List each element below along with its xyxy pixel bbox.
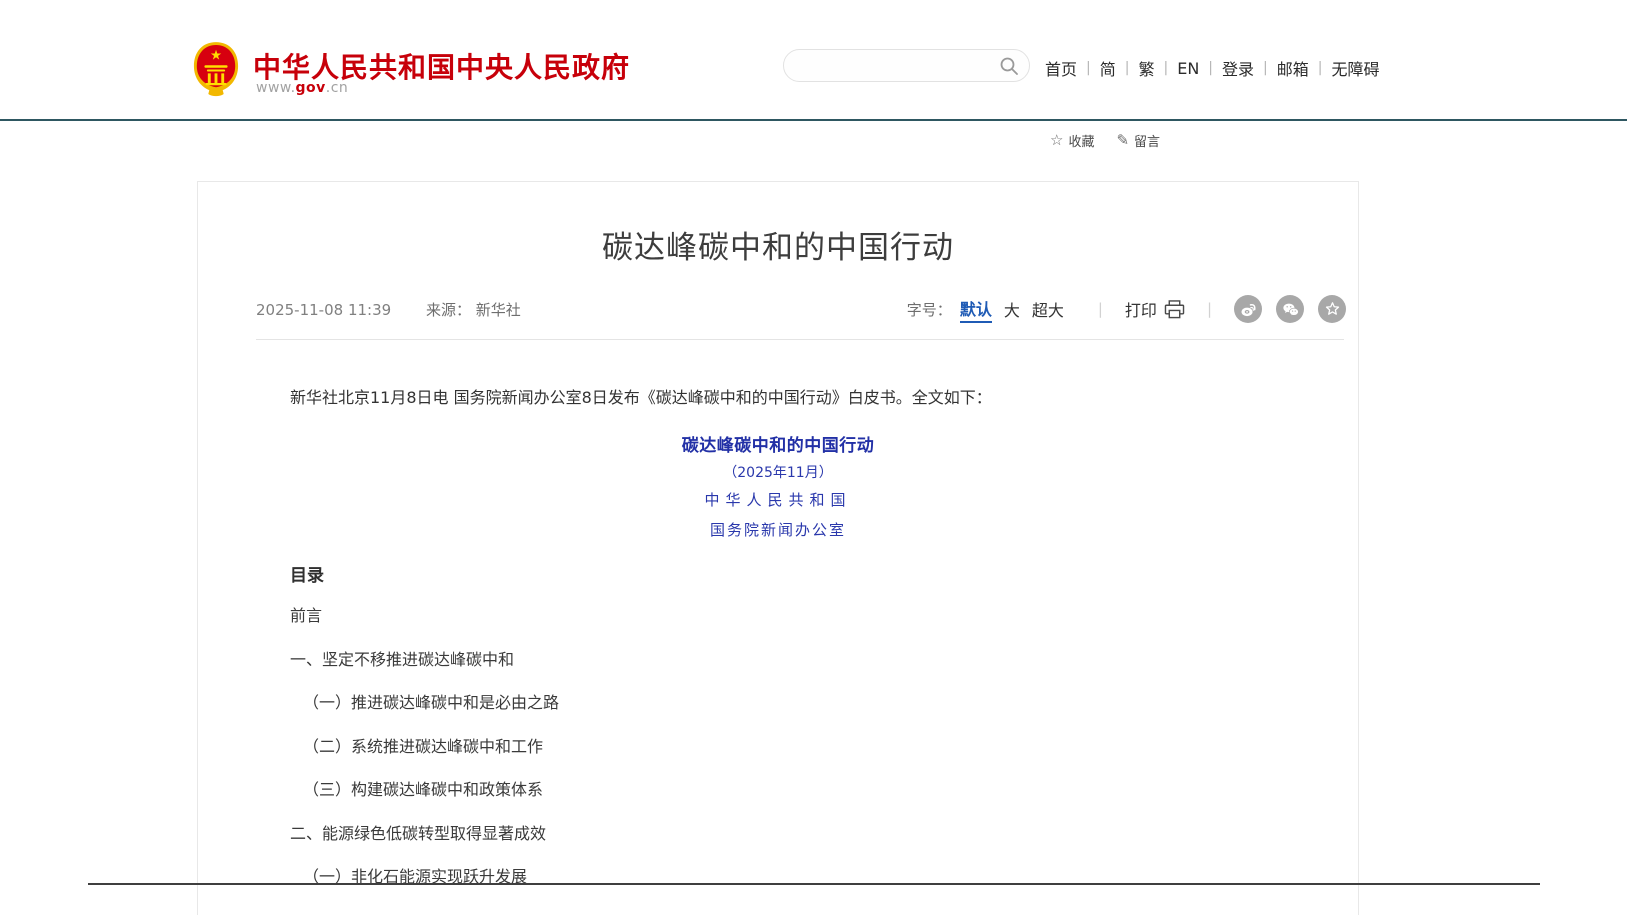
search-icon[interactable]	[999, 56, 1019, 76]
nav-separator: |	[1208, 60, 1213, 76]
site-url[interactable]: www.gov.cn	[256, 80, 348, 96]
top-nav: 首页 | 简 | 繁 | EN | 登录 | 邮箱 | 无障碍	[1045, 56, 1379, 80]
document-date: （2025年11月）	[198, 462, 1358, 482]
wechat-icon	[1281, 300, 1300, 319]
font-size-label: 字号：	[907, 299, 952, 320]
toc-item: 二、能源绿色低碳转型取得显著成效	[290, 823, 1266, 867]
controls-separator: |	[1207, 300, 1212, 318]
page-tools: ☆ 收藏 ✎ 留言	[1050, 131, 1160, 150]
nav-home[interactable]: 首页	[1045, 56, 1077, 80]
star-outline-icon: ☆	[1050, 133, 1063, 148]
nav-mail[interactable]: 邮箱	[1277, 56, 1309, 80]
page: ★ 中华人民共和国中央人民政府 www.gov.cn 首页| 简| 繁| E	[0, 0, 1627, 915]
svg-text:★: ★	[210, 48, 222, 63]
toc-item: （三）构建碳达峰碳中和政策体系	[290, 779, 1266, 823]
share-weibo-button[interactable]	[1234, 295, 1262, 323]
font-size-default[interactable]: 默认	[960, 296, 992, 323]
meta-divider	[256, 339, 1344, 340]
share-more-button[interactable]	[1318, 295, 1346, 323]
message-button[interactable]: ✎ 留言	[1116, 131, 1160, 150]
nav-traditional[interactable]: 繁	[1138, 56, 1154, 80]
pencil-icon: ✎	[1116, 133, 1129, 148]
document-issuer-country: 中华人民共和国	[198, 489, 1358, 510]
header-divider	[0, 119, 1627, 121]
publish-datetime: 2025-11-08 11:39	[256, 301, 391, 319]
share-group	[1234, 295, 1346, 323]
printer-icon	[1164, 300, 1185, 319]
bottom-divider	[88, 883, 1540, 885]
search-box[interactable]	[783, 49, 1030, 82]
print-label: 打印	[1125, 297, 1157, 321]
toc-item: 前言	[290, 605, 1266, 649]
share-wechat-button[interactable]	[1276, 295, 1304, 323]
toc-item: （一）非化石能源实现跃升发展	[290, 866, 1266, 910]
nav-login[interactable]: 登录	[1222, 56, 1254, 80]
toc-item: （一）推进碳达峰碳中和是必由之路	[290, 692, 1266, 736]
article-meta-row: 2025-11-08 11:39 来源： 新华社 字号： 默认 大 超大 | 打…	[256, 294, 1346, 324]
star-badge-icon	[1323, 300, 1342, 319]
weibo-icon	[1239, 300, 1258, 319]
search-input[interactable]	[800, 51, 990, 80]
document-title: 碳达峰碳中和的中国行动	[198, 431, 1358, 456]
toc-item: 一、坚定不移推进碳达峰碳中和	[290, 649, 1266, 693]
nav-separator: |	[1263, 60, 1268, 76]
nav-simplified[interactable]: 简	[1100, 56, 1116, 80]
article-container: 碳达峰碳中和的中国行动 2025-11-08 11:39 来源： 新华社 字号：…	[197, 181, 1359, 915]
article-controls: 字号： 默认 大 超大 | 打印 |	[907, 294, 1346, 324]
nav-separator: |	[1318, 60, 1323, 76]
nav-separator: |	[1086, 60, 1091, 76]
controls-separator: |	[1098, 300, 1103, 318]
nav-separator: |	[1125, 60, 1130, 76]
font-size-xlarge[interactable]: 超大	[1032, 297, 1064, 321]
message-label: 留言	[1134, 131, 1160, 150]
table-of-contents: 前言 一、坚定不移推进碳达峰碳中和 （一）推进碳达峰碳中和是必由之路 （二）系统…	[290, 605, 1266, 910]
nav-accessibility[interactable]: 无障碍	[1331, 56, 1379, 80]
favorite-label: 收藏	[1068, 131, 1094, 150]
nav-english[interactable]: EN	[1177, 59, 1199, 78]
source-label: 来源：	[426, 301, 471, 319]
article-title: 碳达峰碳中和的中国行动	[198, 222, 1358, 267]
document-issuer-office: 国务院新闻办公室	[198, 519, 1358, 540]
print-button[interactable]: 打印	[1125, 297, 1185, 321]
font-size-large[interactable]: 大	[1004, 297, 1020, 321]
article-lead: 新华社北京11月8日电 国务院新闻办公室8日发布《碳达峰碳中和的中国行动》白皮书…	[290, 386, 1266, 410]
source-value[interactable]: 新华社	[476, 301, 521, 319]
favorite-button[interactable]: ☆ 收藏	[1050, 131, 1094, 150]
toc-heading: 目录	[290, 561, 324, 586]
toc-item: （二）系统推进碳达峰碳中和工作	[290, 736, 1266, 780]
national-emblem-icon: ★	[192, 41, 240, 99]
nav-separator: |	[1163, 60, 1168, 76]
site-header: ★ 中华人民共和国中央人民政府 www.gov.cn 首页| 简| 繁| E	[0, 0, 1627, 121]
article-meta: 2025-11-08 11:39 来源： 新华社	[256, 299, 521, 320]
